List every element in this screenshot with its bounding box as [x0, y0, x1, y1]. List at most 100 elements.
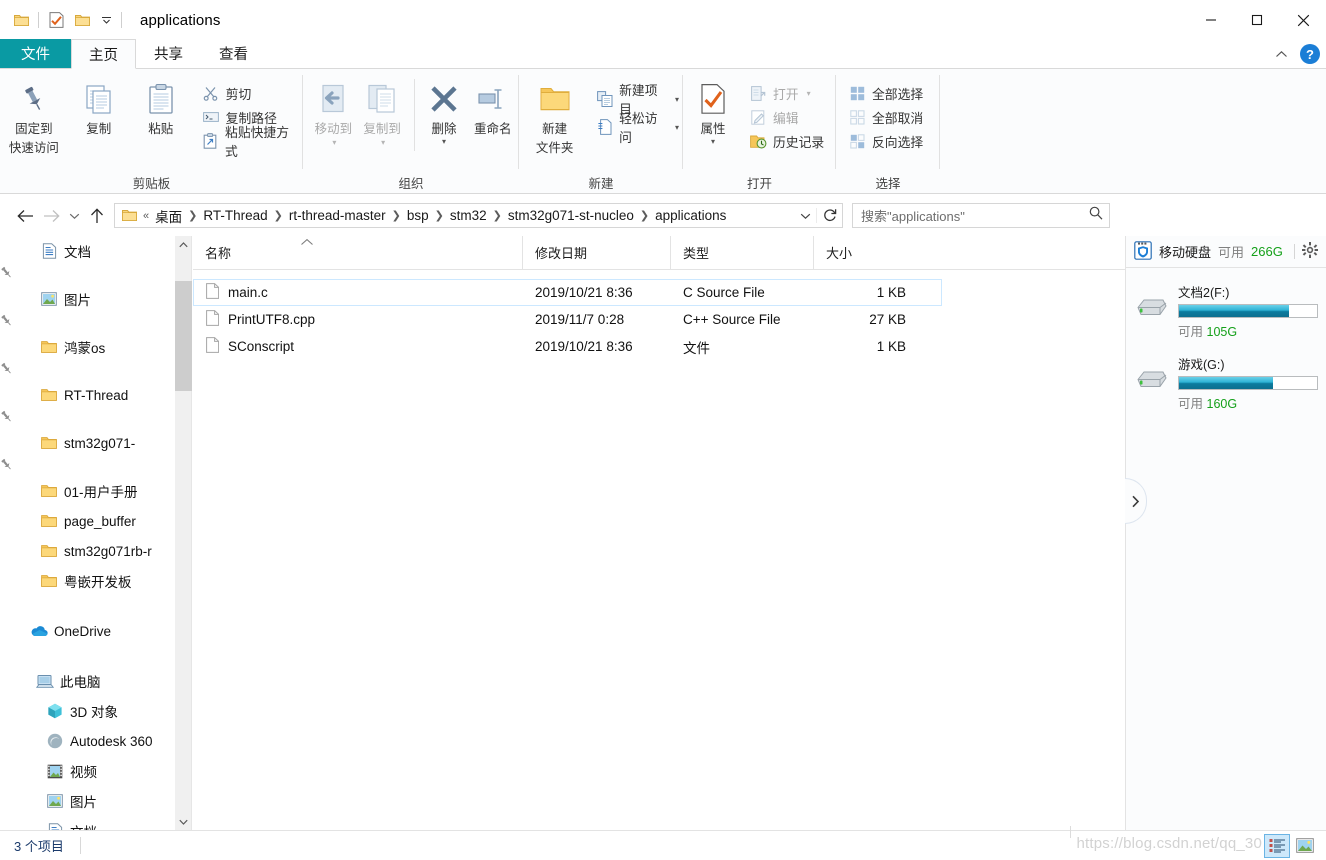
details-view-icon[interactable]: [1264, 833, 1290, 858]
forward-button[interactable]: [38, 201, 64, 231]
history-button[interactable]: 历史记录: [745, 129, 828, 153]
pin-icon[interactable]: [0, 314, 13, 331]
pin-icon[interactable]: [0, 266, 13, 283]
maximize-icon[interactable]: [1234, 0, 1280, 40]
easy-access-button[interactable]: 轻松访问 ▾: [592, 111, 683, 145]
drive-item[interactable]: 游戏(G:) 可用 160G: [1126, 340, 1326, 412]
large-icons-view-icon[interactable]: [1292, 834, 1318, 858]
breadcrumb-overflow[interactable]: «: [141, 210, 151, 222]
properties-button[interactable]: 属性 ▾: [689, 75, 737, 148]
column-header-type[interactable]: 类型: [670, 235, 813, 270]
nav-item-videos[interactable]: 视频: [0, 756, 175, 786]
help-button[interactable]: ?: [1300, 44, 1320, 64]
properties-caret-icon[interactable]: ▾: [711, 137, 715, 148]
chevron-up-icon[interactable]: [1270, 42, 1292, 66]
new-folder-button[interactable]: 新建 文件夹: [527, 75, 582, 157]
breadcrumb-bar[interactable]: « 桌面 ❯ RT-Thread ❯ rt-thread-master ❯ bs…: [114, 203, 843, 228]
invert-selection-button[interactable]: 反向选择: [844, 129, 927, 153]
copy-to-button[interactable]: 复制到 ▾: [358, 75, 407, 149]
drive-item[interactable]: 文档2(F:) 可用 105G: [1126, 268, 1326, 340]
refresh-button[interactable]: [816, 208, 842, 223]
recent-locations-button[interactable]: [64, 201, 84, 231]
breadcrumb-chevron-5[interactable]: ❯: [638, 209, 651, 222]
breadcrumb-item-stm32[interactable]: stm32: [446, 208, 491, 223]
rename-button[interactable]: 重命名: [466, 75, 519, 138]
breadcrumb-item-rt-thread[interactable]: RT-Thread: [199, 208, 271, 223]
nav-item-stm32g071[interactable]: stm32g071-: [0, 428, 175, 476]
tab-view[interactable]: 查看: [201, 39, 266, 68]
breadcrumb-chevron-3[interactable]: ❯: [433, 209, 446, 222]
cut-button[interactable]: 剪切: [198, 81, 303, 105]
search-input[interactable]: 搜索"applications": [861, 206, 1089, 225]
breadcrumb-dropdown-icon[interactable]: [794, 212, 816, 220]
scrollbar-thumb[interactable]: [175, 281, 192, 391]
scroll-up-icon[interactable]: [175, 236, 192, 253]
copy-button[interactable]: 复制: [68, 75, 130, 138]
nav-item-user-manual[interactable]: 01-用户手册: [0, 476, 175, 506]
nav-item-this-pc[interactable]: 此电脑: [0, 666, 175, 696]
properties-checkbox-icon[interactable]: [43, 7, 69, 33]
breadcrumb-chevron-4[interactable]: ❯: [491, 209, 504, 222]
select-none-button[interactable]: 全部取消: [844, 105, 927, 129]
breadcrumb-item-bsp[interactable]: bsp: [403, 208, 433, 223]
column-header-size[interactable]: 大小: [813, 235, 917, 270]
nav-item-documents-quick[interactable]: 文档: [0, 236, 175, 284]
nav-item-stm32g071rb[interactable]: stm32g071rb-r: [0, 536, 175, 566]
breadcrumb-chevron-2[interactable]: ❯: [390, 209, 403, 222]
expand-pane-button[interactable]: [1125, 478, 1147, 524]
easy-access-caret-icon[interactable]: ▾: [675, 123, 679, 132]
gear-icon[interactable]: [1302, 242, 1318, 261]
new-folder-icon[interactable]: [69, 7, 95, 33]
breadcrumb-item-applications[interactable]: applications: [651, 208, 730, 223]
open-caret-icon[interactable]: ▾: [807, 89, 811, 98]
select-all-button[interactable]: 全部选择: [844, 81, 927, 105]
nav-item-pictures[interactable]: 图片: [0, 786, 175, 816]
nav-item-rt-thread[interactable]: RT-Thread: [0, 380, 175, 428]
nav-item-3d-objects[interactable]: 3D 对象: [0, 696, 175, 726]
edit-button[interactable]: 编辑: [745, 105, 828, 129]
nav-item-pictures-quick[interactable]: 图片: [0, 284, 175, 332]
nav-item-autodesk-360[interactable]: Autodesk 360: [0, 726, 175, 756]
nav-item-onedrive[interactable]: OneDrive: [0, 616, 175, 646]
breadcrumb-chevron-0[interactable]: ❯: [186, 209, 199, 222]
nav-item-documents[interactable]: 文档: [0, 816, 175, 830]
delete-button[interactable]: 删除 ▾: [421, 75, 466, 148]
table-row[interactable]: SConscript 2019/10/21 8:36 文件 1 KB: [193, 333, 942, 360]
scroll-down-icon[interactable]: [175, 813, 192, 830]
pin-to-quick-access-button[interactable]: 固定到 快速访问: [0, 75, 68, 157]
breadcrumb-chevron-1[interactable]: ❯: [272, 209, 285, 222]
nav-item-page-buffer[interactable]: page_buffer: [0, 506, 175, 536]
open-button[interactable]: 打开 ▾: [745, 81, 828, 105]
breadcrumb-item-rt-thread-master[interactable]: rt-thread-master: [285, 208, 390, 223]
column-header-date[interactable]: 修改日期: [522, 235, 670, 270]
folder-icon[interactable]: [8, 7, 34, 33]
nav-item-yueqian-board[interactable]: 粤嵌开发板: [0, 566, 175, 596]
tab-file[interactable]: 文件: [0, 39, 71, 68]
delete-caret-icon[interactable]: ▾: [442, 137, 446, 148]
minimize-icon[interactable]: [1188, 0, 1234, 40]
pin-icon[interactable]: [0, 410, 13, 427]
up-button[interactable]: [84, 201, 110, 231]
pin-icon[interactable]: [0, 362, 13, 379]
tab-share[interactable]: 共享: [136, 39, 201, 68]
new-item-caret-icon[interactable]: ▾: [675, 95, 679, 104]
move-to-button[interactable]: 移动到 ▾: [309, 75, 358, 149]
table-row[interactable]: PrintUTF8.cpp 2019/11/7 0:28 C++ Source …: [193, 306, 942, 333]
table-row[interactable]: main.c 2019/10/21 8:36 C Source File 1 K…: [193, 279, 942, 306]
paste-shortcut-button[interactable]: 粘贴快捷方式: [198, 125, 303, 159]
paste-button[interactable]: 粘贴: [130, 75, 192, 138]
tab-home[interactable]: 主页: [71, 39, 136, 69]
back-button[interactable]: [12, 201, 38, 231]
breadcrumb-item-stm32g071-st-nucleo[interactable]: stm32g071-st-nucleo: [504, 208, 638, 223]
customize-qat-dropdown-icon[interactable]: [95, 7, 117, 33]
move-to-caret-icon[interactable]: ▾: [332, 138, 336, 149]
column-header-name[interactable]: 名称: [193, 236, 522, 270]
search-icon[interactable]: [1089, 206, 1103, 225]
copy-to-caret-icon[interactable]: ▾: [381, 138, 385, 149]
nav-item-hongmengos[interactable]: 鸿蒙os: [0, 332, 175, 380]
breadcrumb-item-desktop[interactable]: 桌面: [151, 206, 186, 226]
search-box[interactable]: 搜索"applications": [852, 203, 1110, 228]
pin-icon[interactable]: [0, 458, 13, 475]
close-icon[interactable]: [1280, 0, 1326, 40]
navigation-pane-scrollbar[interactable]: [175, 236, 192, 830]
